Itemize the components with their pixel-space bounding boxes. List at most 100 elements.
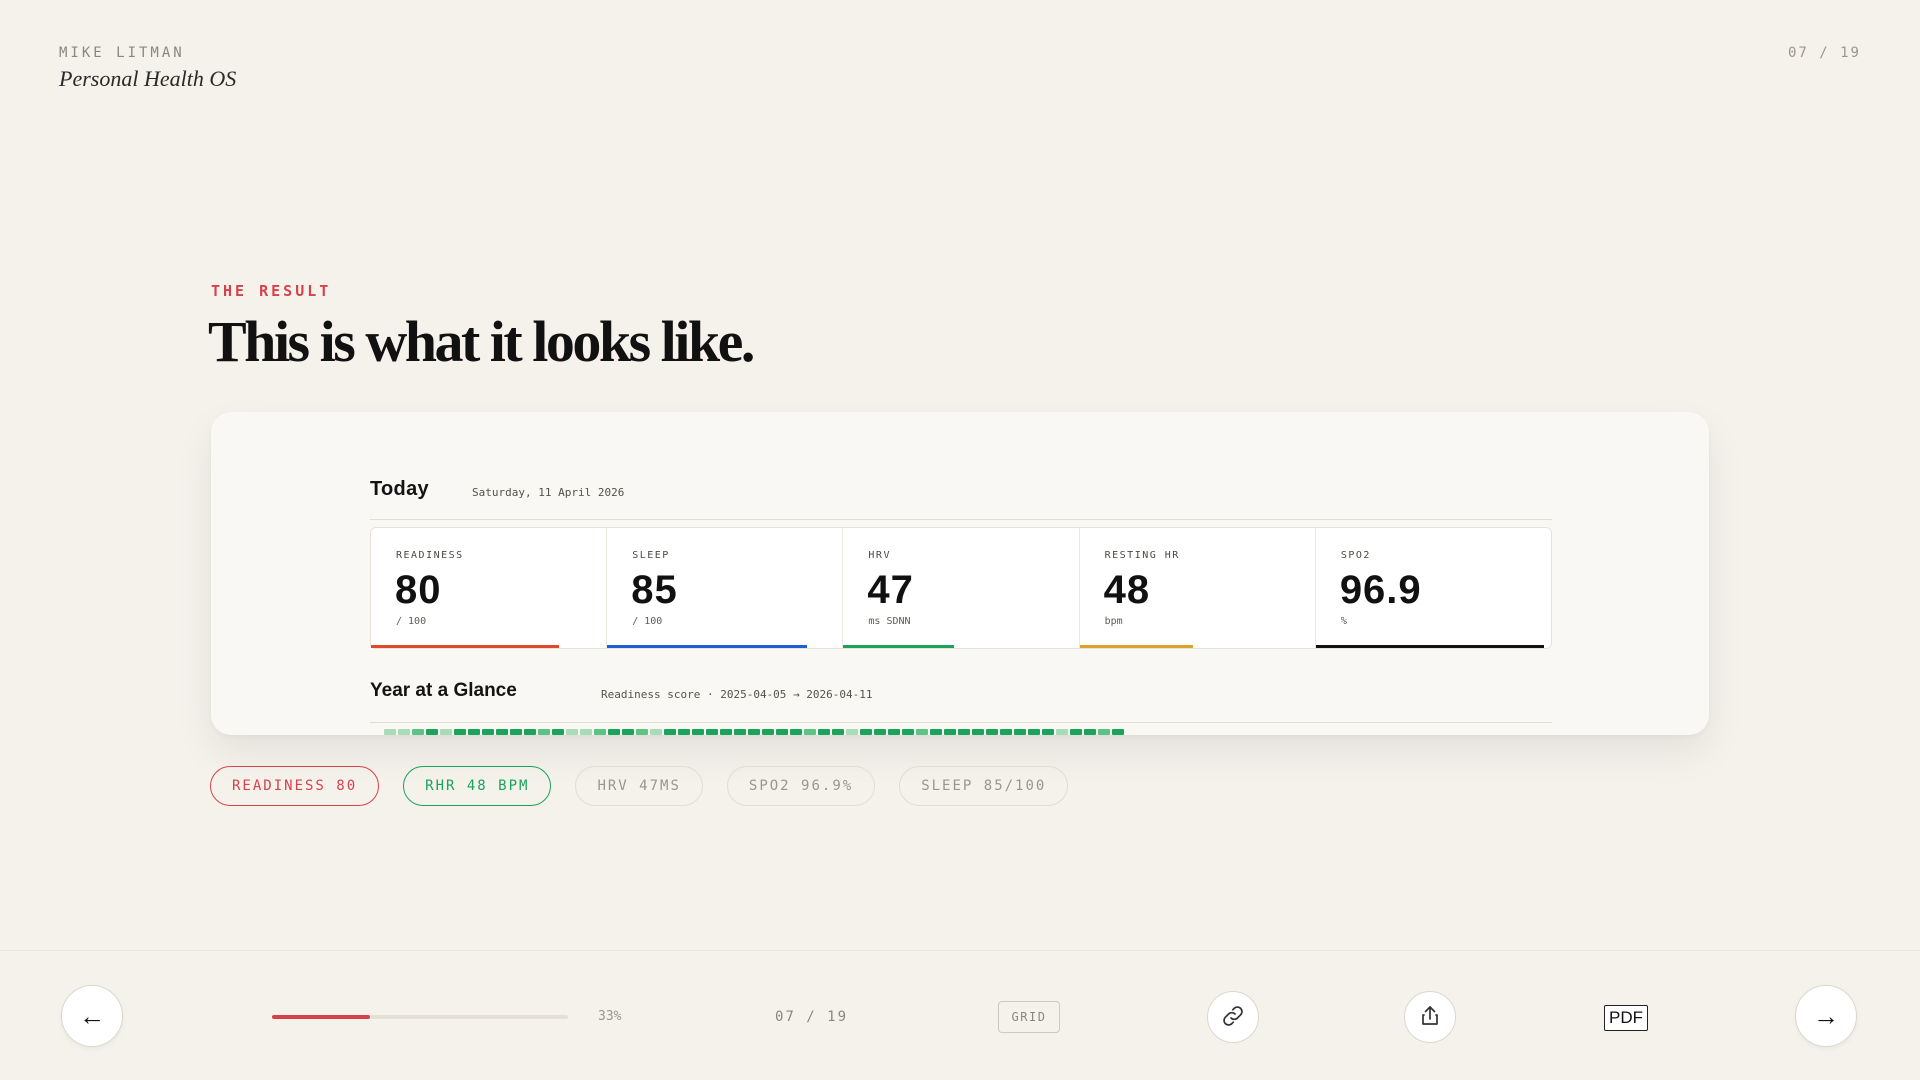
today-date: Saturday, 11 April 2026 [472, 486, 625, 499]
metric-card-readiness: READINESS 80 / 100 [371, 528, 608, 648]
dashboard-preview-card: Today Saturday, 11 April 2026 READINESS … [211, 412, 1709, 735]
metric-value: 48 [1103, 568, 1151, 612]
today-title: Today [370, 478, 429, 500]
heatmap-cell [944, 729, 956, 735]
metric-label: RESTING HR [1104, 550, 1180, 561]
page-counter-bottom: 07 / 19 [775, 1009, 849, 1025]
metric-card-hrv: HRV 47 ms SDNN [843, 528, 1080, 648]
pill-readiness[interactable]: READINESS 80 [210, 766, 380, 806]
heatmap-cell [538, 729, 550, 735]
heatmap-cell [1112, 729, 1124, 735]
copy-link-button[interactable] [1207, 991, 1259, 1043]
grid-view-button[interactable]: GRID [998, 1001, 1060, 1033]
heatmap-cell [818, 729, 830, 735]
heatmap-cell [972, 729, 984, 735]
progress-percent: 33% [598, 1009, 622, 1024]
page-counter-top: 07 / 19 [1787, 45, 1861, 61]
share-icon [1418, 1004, 1442, 1031]
metric-progress-bar [1079, 645, 1193, 648]
year-at-a-glance-header: Year at a Glance Readiness score · 2025-… [370, 680, 1552, 723]
heatmap-cell [692, 729, 704, 735]
pill-spo2[interactable]: SPO2 96.9% [726, 766, 876, 806]
heatmap-cell [1042, 729, 1054, 735]
readiness-heatmap [384, 729, 1124, 735]
heatmap-cell [720, 729, 732, 735]
metric-unit: / 100 [396, 616, 427, 627]
pill-sleep[interactable]: SLEEP 85/100 [899, 766, 1069, 806]
heatmap-cell [790, 729, 802, 735]
heatmap-cell [636, 729, 648, 735]
heatmap-cell [860, 729, 872, 735]
pdf-download-button[interactable]: PDF [1604, 1005, 1648, 1031]
heatmap-cell [594, 729, 606, 735]
heatmap-cell [440, 729, 452, 735]
metric-value: 47 [867, 568, 914, 612]
heatmap-cell [1070, 729, 1082, 735]
year-subtitle: Readiness score · 2025-04-05 → 2026-04-1… [601, 688, 873, 701]
previous-slide-button[interactable]: ← [61, 985, 123, 1047]
heatmap-cell [1000, 729, 1012, 735]
pill-rhr[interactable]: RHR 48 BPM [403, 766, 552, 806]
heatmap-cell [902, 729, 914, 735]
heatmap-cell [552, 729, 564, 735]
share-button[interactable] [1404, 991, 1456, 1043]
section-eyebrow: THE RESULT [211, 282, 332, 300]
heatmap-cell [874, 729, 886, 735]
heatmap-cell [706, 729, 718, 735]
heatmap-cell [832, 729, 844, 735]
heatmap-cell [762, 729, 774, 735]
heatmap-cell [1028, 729, 1040, 735]
author-name: MIKE LITMAN [59, 45, 185, 61]
page-title: This is what it looks like. [208, 309, 755, 374]
deck-progress-fill [272, 1015, 370, 1019]
heatmap-cell [916, 729, 928, 735]
heatmap-cell [776, 729, 788, 735]
deck-title: Personal Health OS [59, 66, 237, 91]
metric-unit: ms SDNN [868, 616, 911, 627]
metric-progress-bar [843, 645, 954, 648]
heatmap-cell [734, 729, 746, 735]
metric-pills: READINESS 80 RHR 48 BPM HRV 47MS SPO2 96… [210, 766, 1069, 806]
heatmap-cell [524, 729, 536, 735]
heatmap-cell [482, 729, 494, 735]
metric-label: HRV [868, 550, 891, 561]
heatmap-cell [650, 729, 662, 735]
metric-progress-bar [371, 645, 560, 648]
link-icon [1221, 1004, 1245, 1031]
metric-card-resting-hr: RESTING HR 48 bpm [1079, 528, 1316, 648]
heatmap-cell [1084, 729, 1096, 735]
metric-unit: % [1340, 616, 1347, 627]
metric-value: 85 [631, 568, 678, 612]
heatmap-cell [678, 729, 690, 735]
heatmap-cell [804, 729, 816, 735]
heatmap-cell [412, 729, 424, 735]
heatmap-cell [986, 729, 998, 735]
next-slide-button[interactable]: → [1795, 985, 1857, 1047]
metric-value: 80 [395, 568, 442, 612]
heatmap-cell [622, 729, 634, 735]
heatmap-cell [384, 729, 396, 735]
metric-label: READINESS [396, 550, 464, 561]
heatmap-cell [930, 729, 942, 735]
metric-card-sleep: SLEEP 85 / 100 [607, 528, 844, 648]
year-title: Year at a Glance [370, 680, 517, 701]
metric-card-spo2: SPO2 96.9 % [1315, 528, 1551, 648]
metric-cards: READINESS 80 / 100 SLEEP 85 / 100 HRV 47… [370, 527, 1552, 649]
deck-progress-bar [272, 1015, 568, 1019]
arrow-right-icon: → [1813, 1001, 1839, 1031]
today-header: Today Saturday, 11 April 2026 [370, 478, 1552, 520]
metric-progress-bar [1315, 645, 1544, 648]
metric-unit: bpm [1104, 616, 1123, 627]
heatmap-cell [566, 729, 578, 735]
metric-label: SLEEP [632, 550, 670, 561]
heatmap-cell [468, 729, 480, 735]
metric-label: SPO2 [1340, 550, 1371, 561]
metric-progress-bar [607, 645, 808, 648]
heatmap-cell [580, 729, 592, 735]
pill-hrv[interactable]: HRV 47MS [575, 766, 703, 806]
heatmap-cell [398, 729, 410, 735]
metric-unit: / 100 [632, 616, 663, 627]
heatmap-cell [664, 729, 676, 735]
heatmap-cell [426, 729, 438, 735]
heatmap-cell [608, 729, 620, 735]
